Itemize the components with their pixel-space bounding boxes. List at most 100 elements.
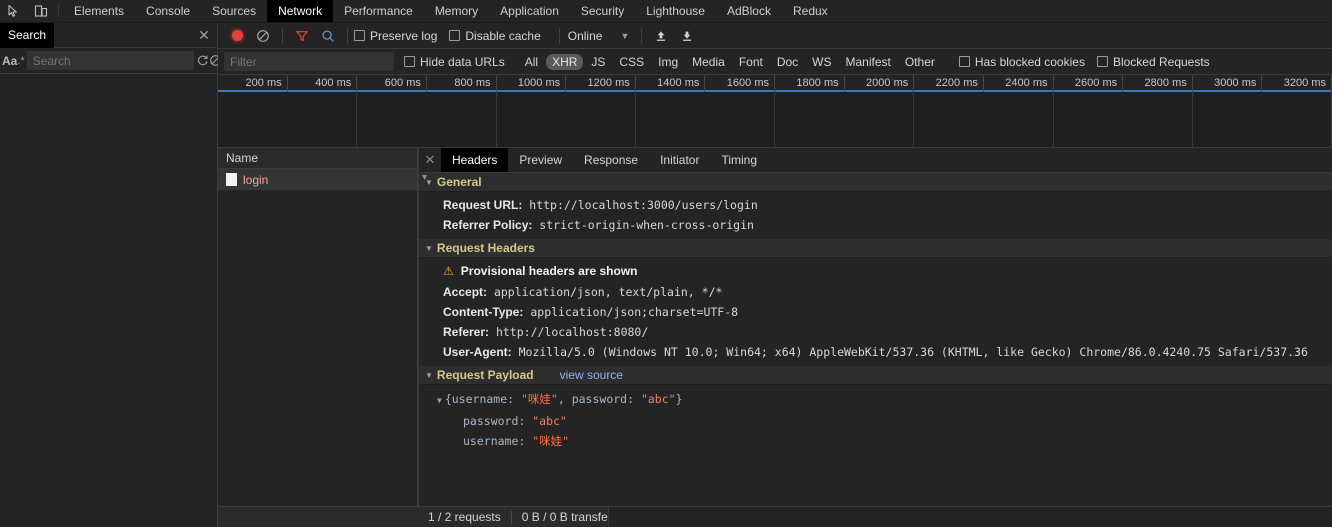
header-key: User-Agent: [443,344,512,359]
overview-gridline [1123,92,1193,147]
header-value: strict-origin-when-cross-origin [532,217,754,232]
details-tabbar: ✕ Headers Preview Response Initiator Timing [419,148,1332,173]
chevron-down-icon[interactable]: ▼ [420,172,429,182]
chevron-down-icon[interactable]: ▼ [437,391,442,411]
tab-network[interactable]: Network [267,0,334,22]
status-bar-rest [607,507,1332,527]
toolbar-divider [282,27,283,44]
section-request-headers-header[interactable]: ▼ Request Headers [419,239,1332,258]
match-case-icon[interactable]: Aa [2,50,17,72]
toolbar-divider [641,27,643,44]
filter-type-all[interactable]: All [519,54,544,70]
tab-elements[interactable]: Elements [63,0,135,22]
inspect-element-icon[interactable] [0,0,27,22]
preserve-log-checkbox[interactable]: Preserve log [354,29,437,43]
search-input[interactable] [26,51,194,70]
devtools-window: Elements Console Sources Network Performance… [0,0,1332,527]
payload-entry: password: "abc" [437,411,1332,431]
header-value: http://localhost:8080/ [489,324,649,339]
filter-type-other[interactable]: Other [899,54,941,70]
toggle-device-toolbar-icon[interactable] [27,0,54,22]
section-request-payload-header[interactable]: ▼ Request Payload view source [419,366,1332,385]
clear-icon[interactable] [250,24,276,48]
close-icon[interactable]: ✕ [191,27,217,44]
overview-gridline [705,92,775,147]
request-row-name: login [243,172,269,187]
request-row[interactable]: login [218,169,417,190]
tab-memory[interactable]: Memory [424,0,489,22]
filter-type-js[interactable]: JS [585,54,611,70]
regex-icon[interactable]: .* [17,50,24,72]
tab-security[interactable]: Security [570,0,635,22]
network-split: Name ▼ login ✕ Headers Preview Response Ini… [218,148,1332,506]
tab-adblock[interactable]: AdBlock [716,0,782,22]
provisional-headers-warning: ⚠ Provisional headers are shown [443,261,1332,282]
detail-tab-headers[interactable]: Headers [441,148,509,172]
tab-sources[interactable]: Sources [201,0,267,22]
detail-tab-timing[interactable]: Timing [710,148,768,172]
throttling-select[interactable]: Online ▼ [566,29,630,43]
view-source-link[interactable]: view source [560,368,623,382]
header-key: Content-Type: [443,304,524,319]
overview-gridline [845,92,915,147]
throttling-value: Online [567,28,603,43]
tab-lighthouse[interactable]: Lighthouse [635,0,716,22]
download-har-icon[interactable] [674,24,700,48]
tab-application[interactable]: Application [489,0,570,22]
network-overview: 200 ms 400 ms 600 ms 800 ms 1000 ms 1200 ms 14… [218,75,1332,148]
toolbar-divider [558,27,560,44]
header-value: Mozilla/5.0 (Windows NT 10.0; Win64; x64… [511,344,1308,359]
timeline-ruler[interactable]: 200 ms 400 ms 600 ms 800 ms 1000 ms 1200 ms 14… [218,75,1332,92]
tab-search[interactable]: Search [0,22,55,48]
timeline-tick: 1600 ms [705,75,775,92]
tab-console[interactable]: Console [135,0,201,22]
filter-icon[interactable] [289,24,315,48]
header-key: Accept: [443,284,488,299]
status-transferred: 0 B / 0 B transferred [521,510,608,524]
status-transferred-clip: 0 B / 0 B transferred [512,510,608,524]
timeline-tick: 400 ms [288,75,358,92]
header-row: Content-Type: application/json;charset=U… [443,302,1332,322]
timeline-tick: 2400 ms [984,75,1054,92]
disable-cache-label: Disable cache [465,28,541,43]
tab-performance[interactable]: Performance [333,0,424,22]
disable-cache-checkbox[interactable]: Disable cache [449,28,541,43]
filter-input[interactable] [224,52,394,71]
blocked-requests-checkbox[interactable]: Blocked Requests [1096,55,1210,69]
tab-redux[interactable]: Redux [782,0,839,22]
payload-summary-row[interactable]: ▼ {username: "咪娃", password: "abc"} [437,389,1332,411]
checkbox-box [354,30,365,41]
overview-graph[interactable] [218,92,1332,148]
record-button-icon[interactable] [224,24,250,48]
has-blocked-cookies-checkbox[interactable]: Has blocked cookies [958,55,1085,69]
header-row: User-Agent: Mozilla/5.0 (Windows NT 10.0… [443,342,1332,362]
devtools-body: Search ✕ Aa .* Search Preserve log Disab… [0,22,1332,527]
section-general-header[interactable]: ▼ General [419,173,1332,192]
checkbox-box [958,56,970,67]
checkbox-box [449,30,461,41]
filter-type-css[interactable]: CSS [613,54,650,70]
filter-type-font[interactable]: Font [733,54,769,70]
filter-type-manifest[interactable]: Manifest [840,54,897,70]
filter-type-ws[interactable]: WS [806,54,837,70]
detail-tab-initiator[interactable]: Initiator [649,148,710,172]
search-icon[interactable] [315,24,341,48]
upload-har-icon[interactable] [648,24,674,48]
detail-tab-response[interactable]: Response [573,148,649,172]
search-drawer-header: Search ✕ [0,22,217,48]
refresh-icon[interactable] [196,50,209,72]
detail-tab-preview[interactable]: Preview [508,148,573,172]
filter-type-img[interactable]: Img [652,54,684,70]
toolbar-divider [347,27,348,44]
filter-type-media[interactable]: Media [686,54,731,70]
close-icon[interactable]: ✕ [419,148,441,172]
filter-type-doc[interactable]: Doc [771,54,804,70]
timeline-tick: 800 ms [427,75,497,92]
timeline-tick: 2600 ms [1054,75,1124,92]
payload-entry-value: "咪娃" [525,434,570,448]
filter-type-xhr[interactable]: XHR [546,53,584,70]
header-row: Request URL: http://localhost:3000/users… [443,195,1332,215]
timeline-tick: 1200 ms [566,75,636,92]
overview-gridline [984,92,1054,147]
hide-data-urls-checkbox[interactable]: Hide data URLs [404,55,505,69]
